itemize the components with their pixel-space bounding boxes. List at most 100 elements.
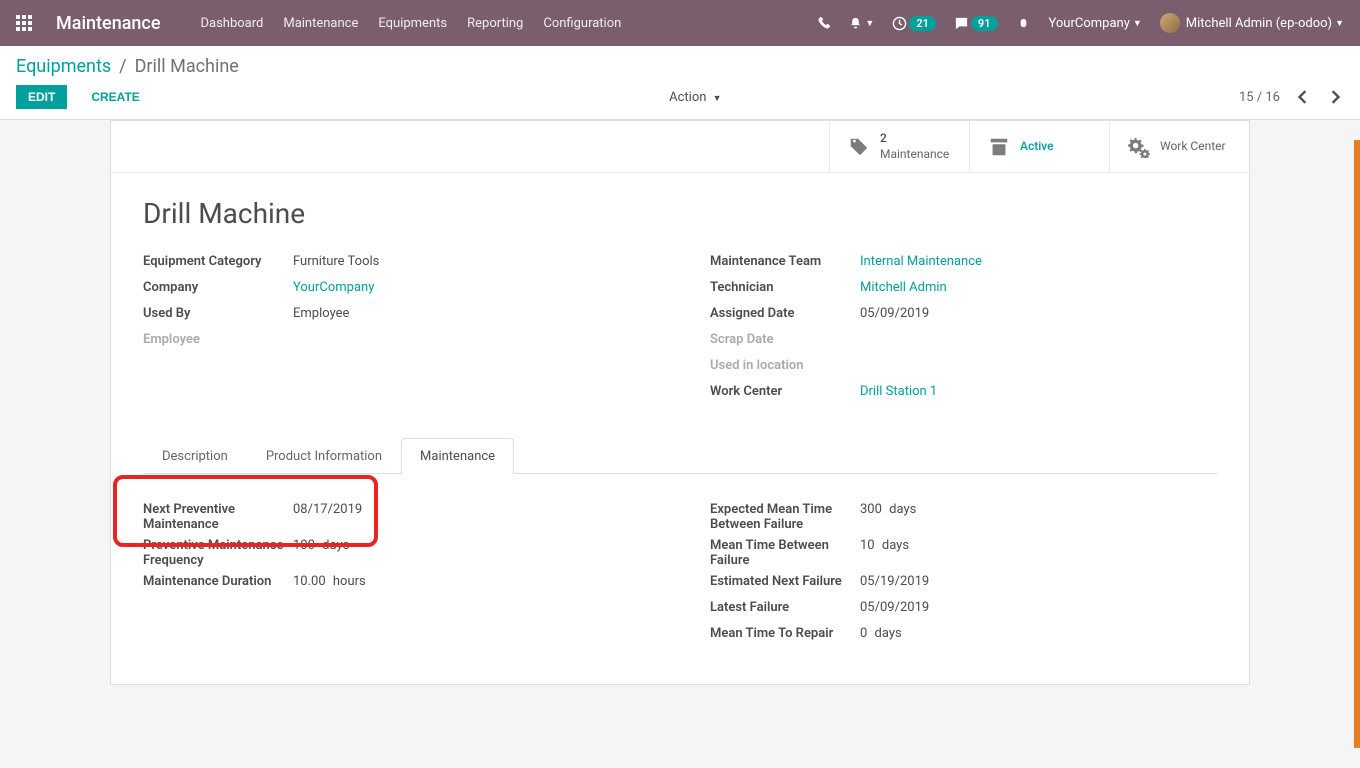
avatar: [1160, 13, 1180, 33]
field-col-left: Equipment Category Furniture Tools Compa…: [143, 254, 650, 410]
top-nav: Maintenance Dashboard Maintenance Equipm…: [0, 0, 1360, 46]
edit-button[interactable]: EDIT: [16, 85, 67, 109]
unit-pm-freq: days: [322, 538, 349, 553]
nav-dashboard[interactable]: Dashboard: [200, 16, 263, 31]
caret-down-icon: ▼: [1335, 18, 1344, 29]
nav-right: ▼ 21 91 YourCompany ▼ Mitchell Admin (ep…: [817, 13, 1344, 33]
caret-down-icon: ▼: [713, 94, 722, 104]
label-latest-fail: Latest Failure: [710, 600, 860, 620]
activities-icon[interactable]: 21: [892, 16, 936, 31]
stat-active-label: Active: [1020, 139, 1054, 155]
tab-description[interactable]: Description: [143, 438, 247, 474]
unit-expected-mtbf: days: [889, 502, 916, 517]
stat-maint-label: Maintenance: [880, 147, 949, 163]
label-usedby: Used By: [143, 306, 293, 326]
label-mttr: Mean Time To Repair: [710, 626, 860, 646]
value-mtbf: 10: [860, 538, 875, 553]
breadcrumb: Equipments / Drill Machine: [16, 56, 1344, 77]
value-pm-freq: 100: [293, 538, 315, 553]
nav-menu: Dashboard Maintenance Equipments Reporti…: [200, 16, 817, 31]
messages-icon[interactable]: 91: [954, 16, 998, 31]
label-assigned: Assigned Date: [710, 306, 860, 326]
messages-badge: 91: [971, 16, 998, 31]
stat-wc-label: Work Center: [1160, 139, 1226, 155]
nav-maintenance[interactable]: Maintenance: [283, 16, 358, 31]
stat-buttons: 2 Maintenance Active Work Center: [111, 121, 1249, 173]
company-name: YourCompany: [1049, 16, 1130, 31]
label-employee: Employee: [143, 332, 293, 352]
user-menu[interactable]: Mitchell Admin (ep-odoo) ▼: [1160, 13, 1344, 33]
label-scrap: Scrap Date: [710, 332, 860, 352]
value-mttr: 0: [860, 626, 867, 641]
caret-down-icon: ▼: [865, 18, 874, 29]
label-duration: Maintenance Duration: [143, 574, 293, 594]
label-workcenter: Work Center: [710, 384, 860, 404]
value-latest-fail: 05/09/2019: [860, 600, 929, 620]
tab-product-info[interactable]: Product Information: [247, 438, 401, 474]
record-title: Drill Machine: [143, 197, 1217, 230]
label-next-fail: Estimated Next Failure: [710, 574, 860, 594]
unit-mttr: days: [875, 626, 902, 641]
label-team: Maintenance Team: [710, 254, 860, 274]
value-category: Furniture Tools: [293, 254, 379, 274]
activities-badge: 21: [909, 16, 936, 31]
control-panel: Equipments / Drill Machine EDIT CREATE A…: [0, 46, 1360, 120]
bug-icon[interactable]: [1016, 16, 1031, 31]
bell-icon[interactable]: ▼: [849, 17, 874, 30]
app-title: Maintenance: [56, 13, 160, 34]
label-mtbf: Mean Time Between Failure: [710, 538, 860, 568]
value-usedby: Employee: [293, 306, 349, 326]
value-technician[interactable]: Mitchell Admin: [860, 280, 947, 295]
breadcrumb-parent[interactable]: Equipments: [16, 56, 111, 77]
breadcrumb-current: Drill Machine: [135, 56, 239, 77]
pager-next[interactable]: [1326, 88, 1344, 106]
value-assigned: 05/09/2019: [860, 306, 929, 326]
archive-icon: [988, 136, 1010, 158]
tab-content-maintenance: Next Preventive Maintenance 08/17/2019 P…: [143, 474, 1217, 652]
value-company[interactable]: YourCompany: [293, 280, 374, 295]
action-label: Action: [669, 90, 706, 105]
value-next-fail: 05/19/2019: [860, 574, 929, 594]
form-sheet: 2 Maintenance Active Work Center Drill M…: [110, 120, 1250, 685]
tab-maintenance[interactable]: Maintenance: [401, 438, 514, 474]
stat-work-center[interactable]: Work Center: [1109, 121, 1249, 172]
label-location: Used in location: [710, 358, 860, 378]
stat-active[interactable]: Active: [969, 121, 1109, 172]
value-expected-mtbf: 300: [860, 502, 882, 517]
unit-duration: hours: [333, 574, 366, 589]
right-edge-bar: [1354, 140, 1360, 748]
value-duration: 10.00: [293, 574, 326, 589]
value-workcenter[interactable]: Drill Station 1: [860, 384, 937, 399]
label-company: Company: [143, 280, 293, 300]
stat-maintenance[interactable]: 2 Maintenance: [829, 121, 969, 172]
caret-down-icon: ▼: [1133, 18, 1142, 29]
pager-text[interactable]: 15 / 16: [1239, 90, 1280, 105]
action-dropdown[interactable]: Action ▼: [669, 90, 721, 105]
nav-configuration[interactable]: Configuration: [543, 16, 621, 31]
label-category: Equipment Category: [143, 254, 293, 274]
label-expected-mtbf: Expected Mean Time Between Failure: [710, 502, 860, 532]
stat-maint-count: 2: [880, 131, 949, 147]
maint-col-left: Next Preventive Maintenance 08/17/2019 P…: [143, 502, 650, 652]
apps-icon[interactable]: [16, 15, 32, 31]
value-team[interactable]: Internal Maintenance: [860, 254, 982, 269]
user-name: Mitchell Admin (ep-odoo): [1186, 16, 1332, 31]
field-col-right: Maintenance Team Internal Maintenance Te…: [710, 254, 1217, 410]
label-technician: Technician: [710, 280, 860, 300]
company-switcher[interactable]: YourCompany ▼: [1049, 16, 1142, 31]
nav-reporting[interactable]: Reporting: [467, 16, 523, 31]
create-button[interactable]: CREATE: [79, 85, 151, 109]
pager-prev[interactable]: [1294, 88, 1312, 106]
breadcrumb-sep: /: [119, 56, 126, 77]
label-pm-freq: Preventive Maintenance Frequency: [143, 538, 293, 568]
tabs: Description Product Information Maintena…: [143, 438, 1217, 474]
value-next-pm: 08/17/2019: [293, 502, 362, 517]
main-content: 2 Maintenance Active Work Center Drill M…: [0, 120, 1360, 709]
label-next-pm: Next Preventive Maintenance: [143, 502, 293, 532]
tag-icon: [848, 136, 870, 158]
phone-icon[interactable]: [817, 16, 831, 30]
unit-mtbf: days: [882, 538, 909, 553]
nav-equipments[interactable]: Equipments: [378, 16, 447, 31]
maint-col-right: Expected Mean Time Between Failure 300 d…: [710, 502, 1217, 652]
gears-icon: [1128, 136, 1150, 158]
